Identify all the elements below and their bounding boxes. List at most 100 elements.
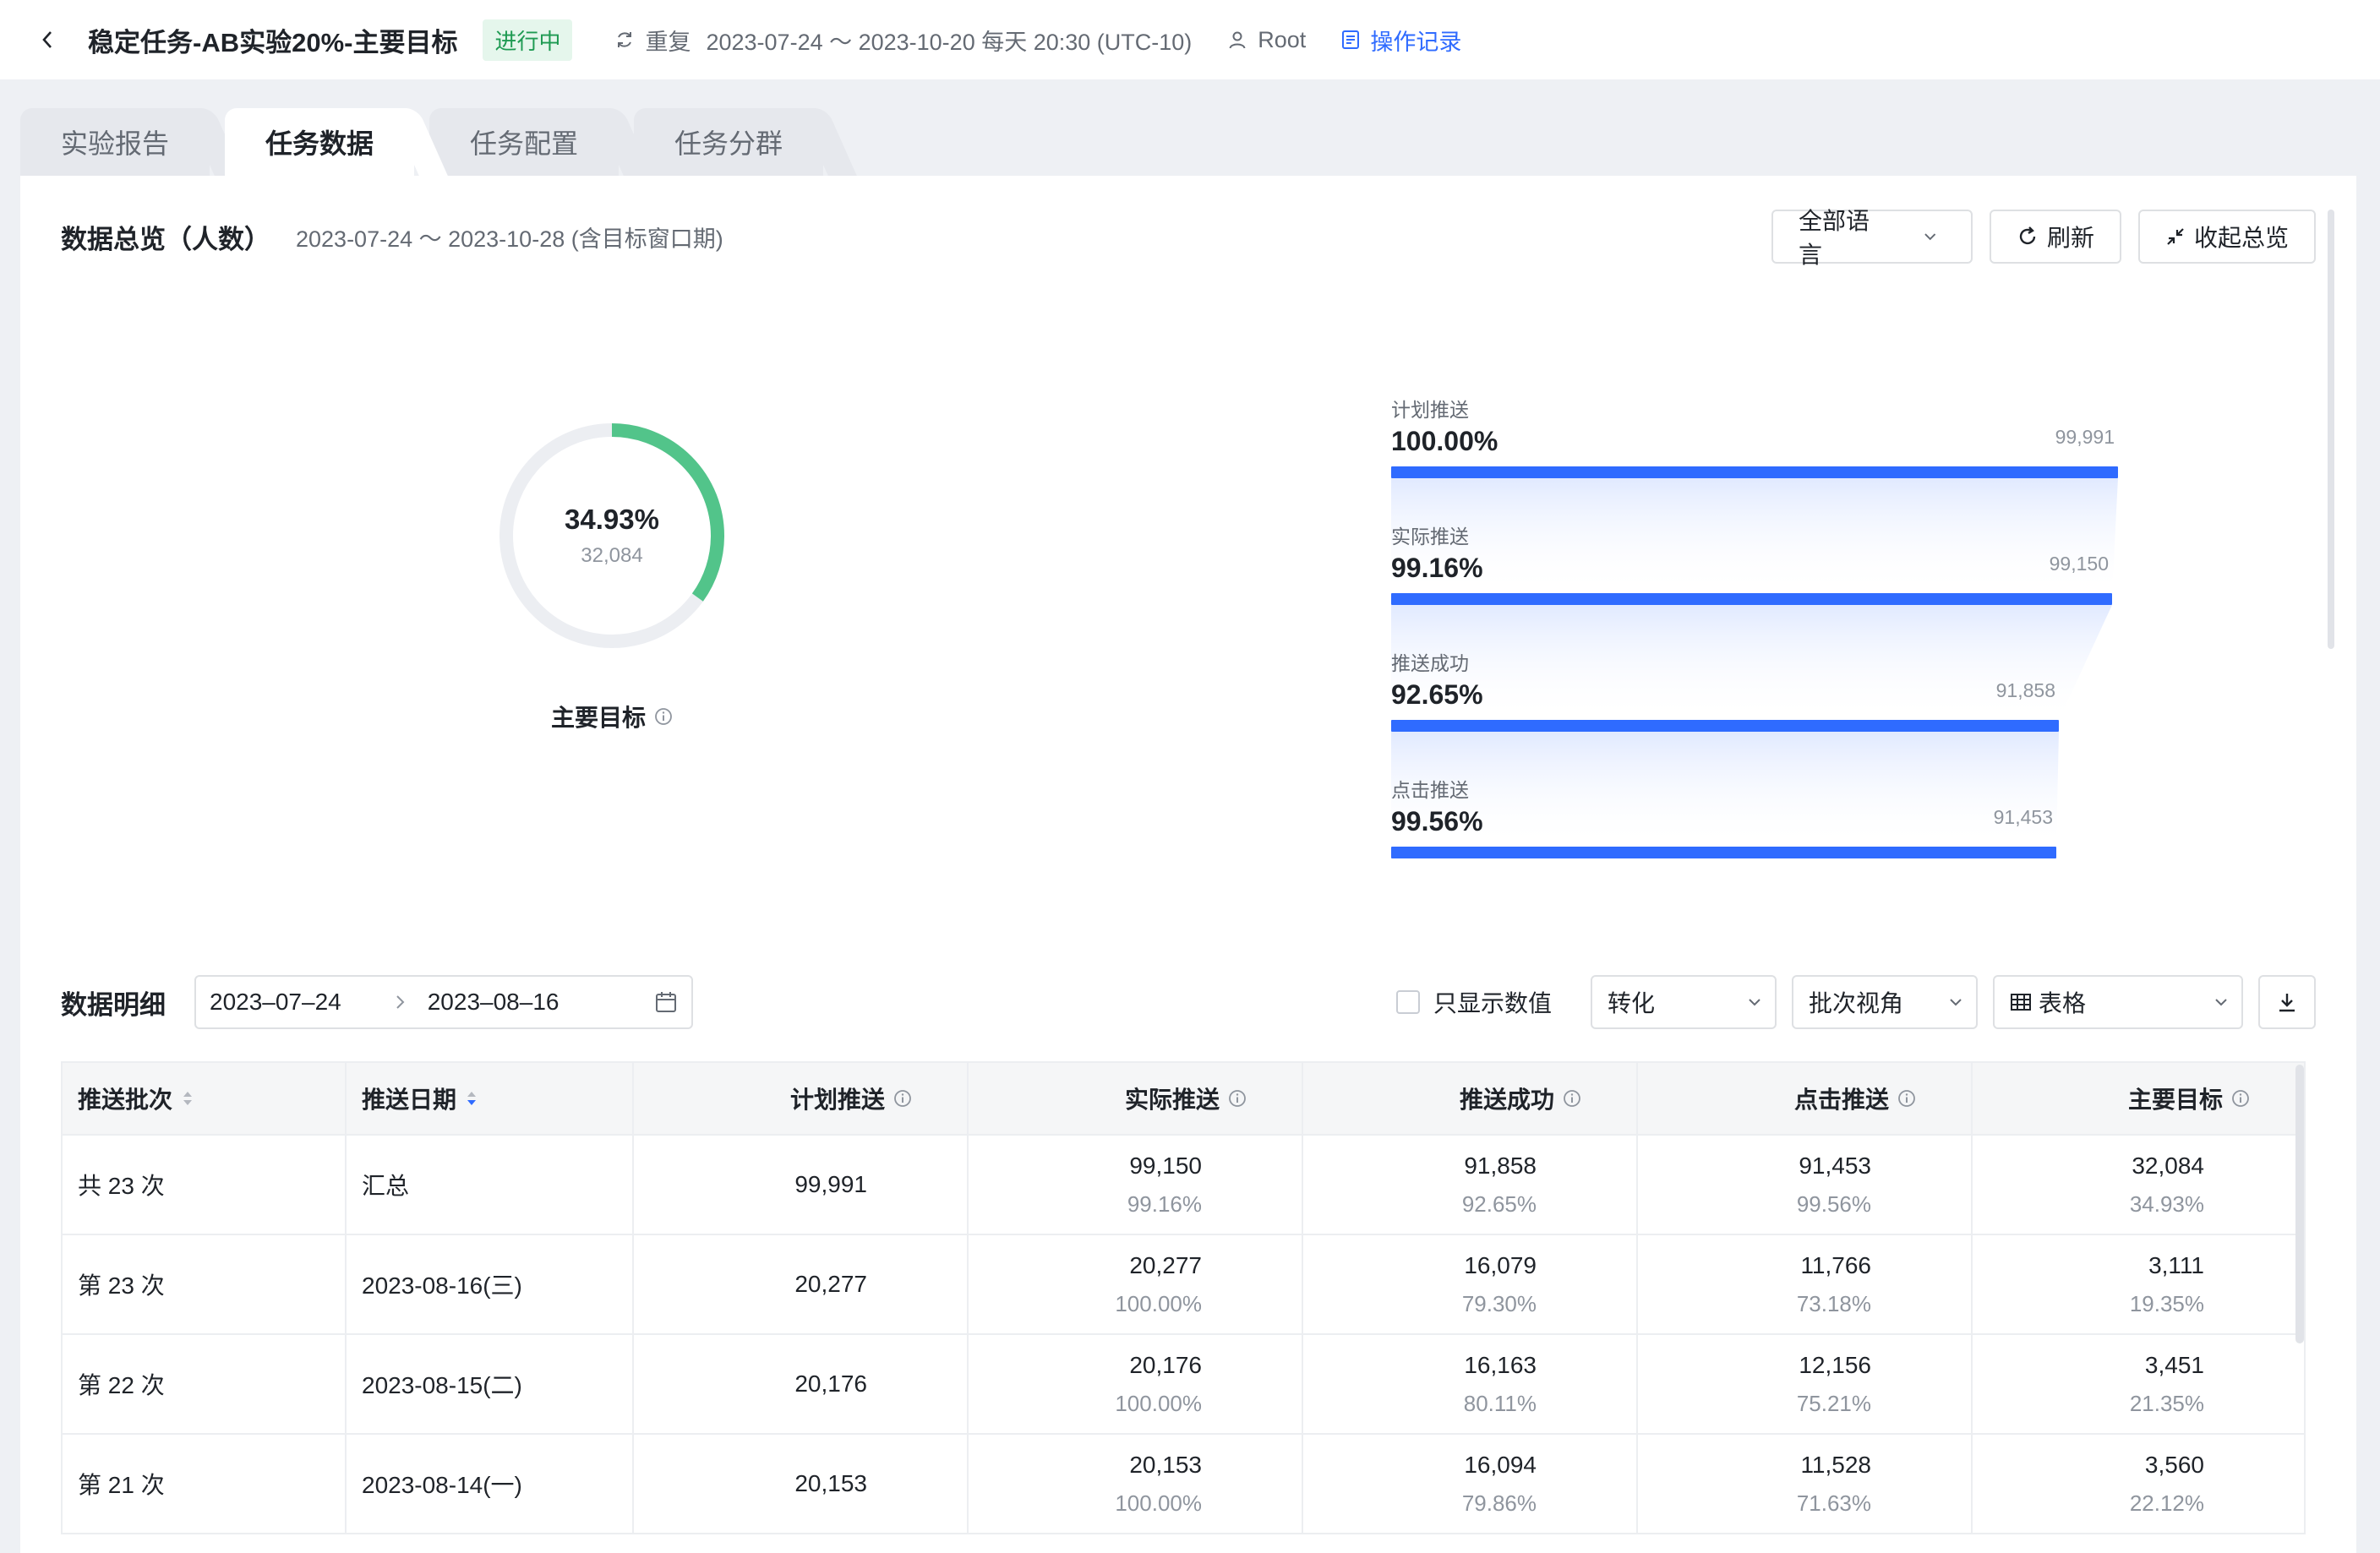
- owner-name: Root: [1258, 26, 1307, 52]
- table-scrollbar[interactable]: [2295, 1065, 2304, 1343]
- funnel-bar: [1391, 720, 2059, 732]
- cell-planned: 99,991: [634, 1136, 969, 1234]
- language-select-value: 全部语言: [1798, 208, 1870, 268]
- cell-actual: 99,150 99.16%: [969, 1136, 1303, 1234]
- info-icon: [2232, 1090, 2249, 1107]
- language-select[interactable]: 全部语言: [1771, 208, 1973, 268]
- status-badge: 进行中: [483, 19, 573, 61]
- cell-value: 12,156: [1799, 1351, 1871, 1378]
- donut-center: 34.93% 32,084: [494, 417, 730, 654]
- collapse-icon: [2167, 228, 2184, 245]
- cell-goal: 3,560 22.12%: [1973, 1435, 2304, 1533]
- cell-batch: 共 23 次: [63, 1136, 347, 1234]
- tab-task-data[interactable]: 任务数据: [225, 108, 415, 176]
- operation-log-link[interactable]: 操作记录: [1341, 24, 1461, 57]
- cell-batch: 第 22 次: [63, 1335, 347, 1433]
- cell-click: 91,453 99.56%: [1638, 1136, 1973, 1234]
- funnel-shade-segment: [1391, 605, 2112, 720]
- cell-percent: 71.63%: [1796, 1490, 1871, 1516]
- cell-percent: 22.12%: [2129, 1490, 2204, 1516]
- cell-batch: 第 21 次: [63, 1435, 347, 1533]
- push-funnel: 计划推送 100.00% 99,991 实际推送 99.16% 99,150 推…: [1391, 394, 2118, 1036]
- cell-percent: 75.21%: [1796, 1390, 1871, 1416]
- col-header-date[interactable]: 推送日期: [347, 1063, 634, 1134]
- cell-value: 91,453: [1799, 1152, 1871, 1179]
- page-header: 稳定任务-AB实验20%-主要目标 进行中 重复 2023-07-24 ～ 20…: [0, 0, 2380, 79]
- funnel-count: 99,991: [2055, 426, 2115, 448]
- col-header-actual: 实际推送: [969, 1063, 1303, 1134]
- sort-desc-icon: [467, 1092, 477, 1105]
- col-header-label: 点击推送: [1793, 1087, 1889, 1113]
- cell-percent: 79.30%: [1461, 1290, 1537, 1316]
- info-icon: [1229, 1090, 1246, 1107]
- tab-label: 任务数据: [265, 128, 374, 159]
- col-header-label: 推送批次: [78, 1087, 173, 1113]
- cell-value: 3,560: [2144, 1451, 2204, 1478]
- col-header-batch[interactable]: 推送批次: [63, 1063, 347, 1134]
- date-range-picker[interactable]: 2023–07–24 2023–08–16: [194, 975, 693, 1029]
- task-title: 稳定任务-AB实验20%-主要目标: [88, 27, 458, 57]
- table-row: 第 22 次 2023-08-15(二) 20,176 20,176 100.00…: [63, 1335, 2304, 1435]
- col-header-click: 点击推送: [1638, 1063, 1973, 1134]
- cell-value: 16,163: [1464, 1351, 1537, 1378]
- col-header-label: 推送日期: [362, 1087, 457, 1113]
- back-button[interactable]: [39, 31, 56, 48]
- date-end[interactable]: 2023–08–16: [428, 989, 560, 1016]
- cell-percent: 73.18%: [1796, 1290, 1871, 1316]
- cell-success: 16,094 79.86%: [1303, 1435, 1638, 1533]
- cell-batch: 第 23 次: [63, 1235, 347, 1333]
- tab-task-config[interactable]: 任务配置: [429, 108, 620, 176]
- cell-percent: 100.00%: [1115, 1490, 1202, 1516]
- cell-actual: 20,153 100.00%: [969, 1435, 1303, 1533]
- cell-date: 2023-08-16(三): [347, 1235, 634, 1333]
- cell-percent: 19.35%: [2129, 1290, 2204, 1316]
- tab-experiment-report[interactable]: 实验报告: [20, 108, 210, 176]
- funnel-shade: [1391, 478, 2118, 847]
- tab-task-segments[interactable]: 任务分群: [634, 108, 824, 176]
- collapse-overview-button[interactable]: 收起总览: [2137, 210, 2316, 264]
- overview-controls: 全部语言 刷新 收起总览: [1755, 208, 2316, 268]
- mode-select-value: 转化: [1608, 990, 1656, 1016]
- format-select[interactable]: 表格: [1993, 975, 2243, 1029]
- chevron-down-icon: [2215, 999, 2227, 1006]
- cell-value: 32,084: [2132, 1152, 2204, 1179]
- cell-goal: 32,084 34.93%: [1973, 1136, 2304, 1234]
- download-button[interactable]: [2258, 975, 2316, 1029]
- funnel-bar: [1391, 593, 2112, 605]
- cell-percent: 92.65%: [1461, 1191, 1537, 1217]
- tab-label: 实验报告: [61, 128, 170, 159]
- donut-label-text: 主要目标: [550, 705, 646, 731]
- mode-select[interactable]: 转化: [1591, 975, 1777, 1029]
- funnel-count: 99,150: [2049, 553, 2109, 575]
- cell-click: 12,156 75.21%: [1638, 1335, 1973, 1433]
- card-scrollbar[interactable]: [2328, 210, 2334, 649]
- cell-success: 16,079 79.30%: [1303, 1235, 1638, 1333]
- cell-percent: 21.35%: [2129, 1390, 2204, 1416]
- cell-percent: 34.93%: [2129, 1191, 2204, 1217]
- funnel-bar: [1391, 847, 2056, 858]
- download-icon: [2279, 994, 2295, 1012]
- main-card: 数据总览（人数） 2023-07-24 ～ 2023-10-28 (含目标窗口期…: [20, 176, 2356, 1553]
- date-start[interactable]: 2023–07–24: [210, 989, 341, 1016]
- only-values-checkbox[interactable]: 只显示数值: [1395, 985, 1552, 1019]
- col-header-success: 推送成功: [1303, 1063, 1638, 1134]
- detail-table: 推送批次 推送日期 计划推送 实际推送 推送成功 点击推送 主要目标 共 23 …: [61, 1061, 2306, 1534]
- repeat-icon: [618, 32, 632, 47]
- user-icon: [1229, 31, 1246, 49]
- view-select[interactable]: 批次视角: [1792, 975, 1978, 1029]
- table-row: 第 21 次 2023-08-14(一) 20,153 20,153 100.00…: [63, 1435, 2304, 1534]
- only-values-label: 只显示数值: [1433, 990, 1552, 1016]
- checkbox-box[interactable]: [1395, 990, 1420, 1014]
- cell-value: 99,150: [1129, 1152, 1202, 1179]
- funnel-label: 实际推送: [1391, 526, 1469, 548]
- chevron-down-icon: [1749, 999, 1760, 1006]
- cell-value: 20,176: [1129, 1351, 1202, 1378]
- table-icon: [2011, 994, 2031, 1011]
- cell-value: 20,277: [1129, 1251, 1202, 1278]
- refresh-label: 刷新: [2046, 225, 2094, 251]
- refresh-button[interactable]: 刷新: [1989, 210, 2121, 264]
- donut-percent: 34.93%: [565, 504, 659, 535]
- cell-actual: 20,277 100.00%: [969, 1235, 1303, 1333]
- detail-header: 数据明细 2023–07–24 2023–08–16: [61, 975, 693, 1029]
- cell-value: 3,111: [2148, 1251, 2204, 1278]
